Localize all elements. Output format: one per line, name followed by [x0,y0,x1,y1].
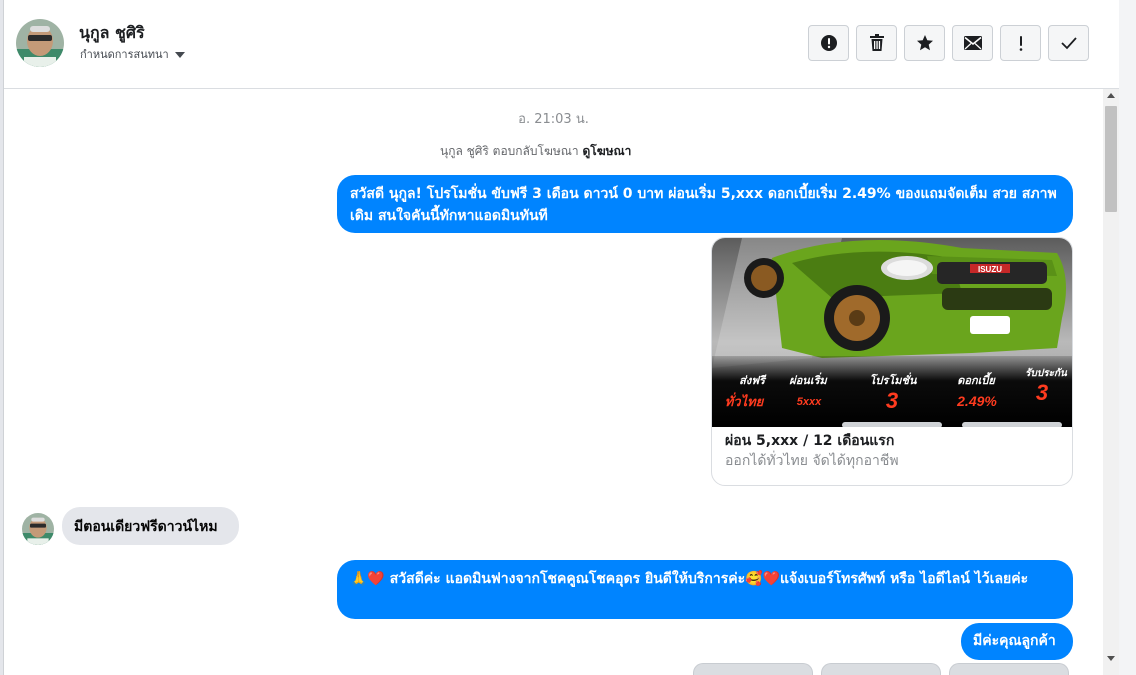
view-ad-link[interactable]: ดูโฆษณา [582,144,631,158]
ad-card-subtitle: ออกได้ทั่วไทย จัดได้ทุกอาชีพ [725,453,899,469]
ad-reply-text: นุกูล ชูศิริ ตอบกลับโฆษณา [440,144,579,158]
outgoing-message[interactable]: สวัสดี นุกูล! โปรโมชั่น ขับฟรี 3 เดือน ด… [337,175,1073,233]
report-spam-button[interactable] [808,25,849,61]
thread-scrollbar[interactable] [1103,89,1119,675]
message-thread: อ. 21:03 น. นุกูล ชูศิริ ตอบกลับโฆษณา ดู… [4,89,1103,675]
trash-icon [869,34,884,51]
promo-installment-label: ผ่อนเริ่ม [789,372,828,387]
ad-image: ISUZU ส่งฟรี ทั่วไทย ผ่อนเริ่ม 5xxx โปรโ… [712,238,1072,427]
right-panel-edge [1119,0,1136,675]
quick-reply-chip[interactable] [821,663,941,675]
promo-interest-label: ดอกเบี้ย [957,372,996,387]
promo-interest-value: 2.49% [956,393,997,409]
quick-reply-chip[interactable] [949,663,1069,675]
sender-avatar[interactable] [22,513,54,545]
scroll-down-arrow-icon[interactable] [1107,656,1115,661]
check-icon [1060,37,1077,50]
ad-card[interactable]: ISUZU ส่งฟรี ทั่วไทย ผ่อนเริ่ม 5xxx โปรโ… [711,237,1073,486]
conversation-header: นุกูล ชูศิริ กำหนดการสนทนา [4,0,1119,89]
contact-avatar[interactable] [16,19,64,67]
message-timestamp: อ. 21:03 น. [518,112,589,127]
incoming-message[interactable]: มีตอนเดียวฟรีดาวน์ไหม [62,507,239,545]
star-button[interactable] [904,25,945,61]
inbox-app: นุกูล ชูศิริ กำหนดการสนทนา อ. 21:03 น. น… [0,0,1136,675]
exclamation-icon [1019,36,1022,51]
promo-warranty-label: รับประกัน [1025,367,1068,379]
promo-promotion-label: โปรโมชั่น [870,372,917,387]
outgoing-message[interactable]: 🙏❤️ สวัสดีค่ะ แอดมินฟางจากโชคคูณโชคอุดร … [337,560,1073,619]
quick-reply-chip[interactable] [693,663,813,675]
promo-promotion-value: 3 [886,388,898,413]
delete-button[interactable] [856,25,897,61]
mark-done-button[interactable] [1048,25,1089,61]
mark-unread-button[interactable] [952,25,993,61]
outgoing-message[interactable]: มีค่ะคุณลูกค้า [961,623,1073,660]
contact-name: นุกูล ชูศิริ [79,23,145,42]
caret-down-icon [174,51,185,58]
assign-label: กำหนดการสนทนา [80,48,169,61]
envelope-icon [963,36,982,50]
promo-free-shipping-value: ทั่วไทย [725,392,765,409]
scroll-up-arrow-icon[interactable] [1107,93,1115,98]
header-actions [808,25,1089,61]
promo-installment-value: 5xxx [797,396,822,408]
ad-card-title: ผ่อน 5,xxx / 12 เดือนแรก [725,433,895,449]
follow-up-button[interactable] [1000,25,1041,61]
alert-circle-icon [820,35,837,51]
svg-text:ISUZU: ISUZU [978,265,1002,274]
conversation-assign-dropdown[interactable]: กำหนดการสนทนา [80,45,185,63]
promo-free-shipping-label: ส่งฟรี [739,374,767,387]
ad-reply-note: นุกูล ชูศิริ ตอบกลับโฆษณา ดูโฆษณา [440,142,631,161]
star-icon [916,35,933,51]
scrollbar-thumb[interactable] [1105,106,1117,212]
promo-warranty-value: 3 [1036,380,1048,405]
